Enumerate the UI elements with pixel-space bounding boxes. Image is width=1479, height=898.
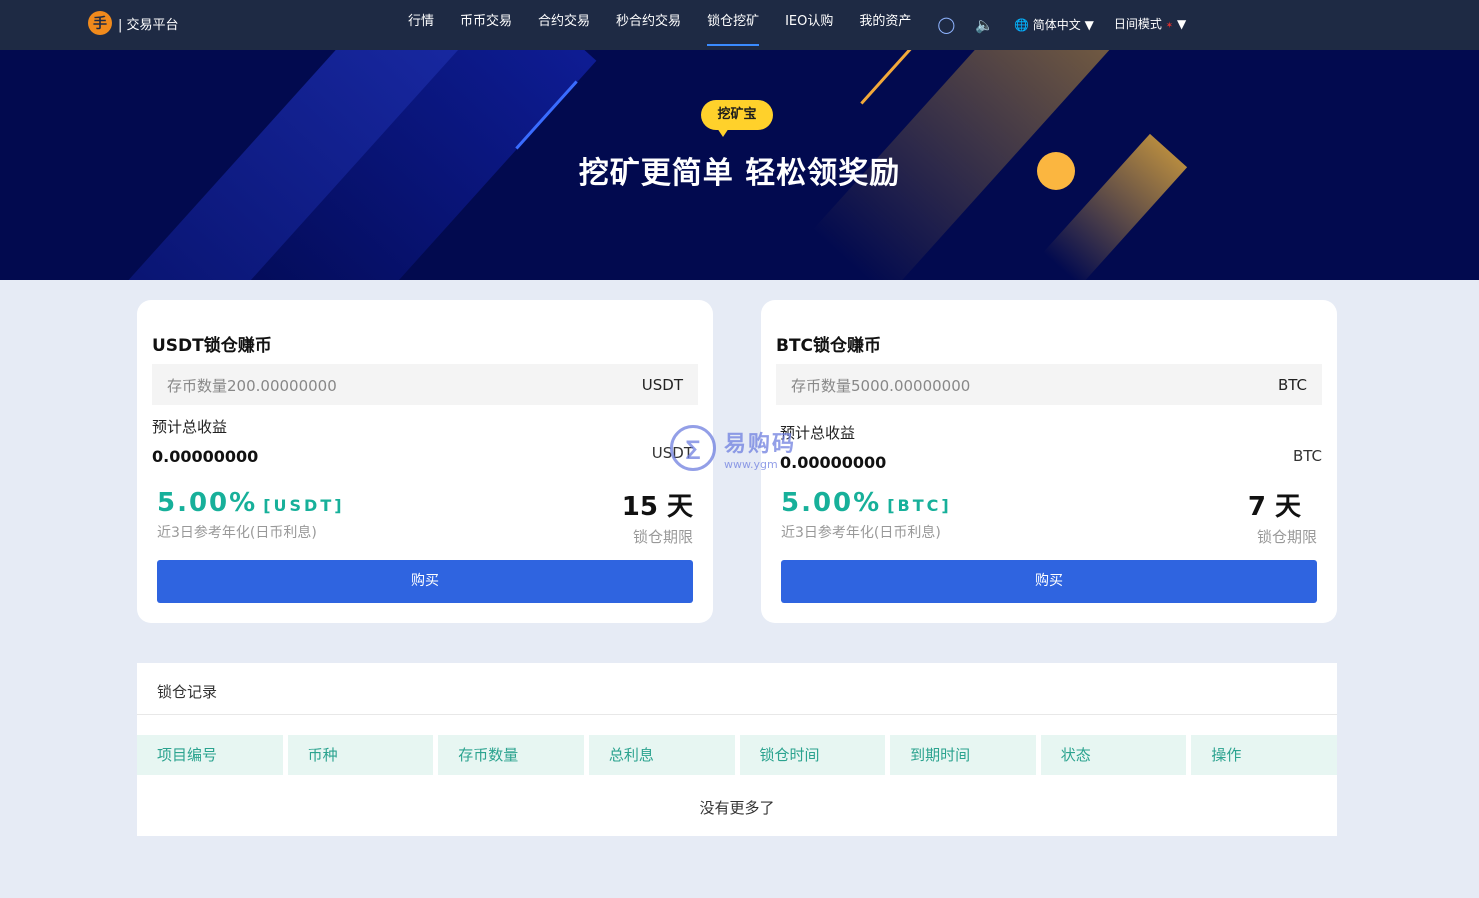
column-header-interest: 总利息 — [588, 735, 735, 775]
estimated-income-value: 0.00000000 — [152, 447, 259, 466]
annual-rate: 5.00% [USDT] — [157, 488, 345, 518]
divider — [137, 714, 1337, 715]
usdt-lock-card: USDT锁仓赚币 存币数量200.00000000 USDT 预计总收益 0.0… — [137, 300, 713, 623]
language-label: 简体中文 — [1032, 18, 1081, 32]
lock-days-label: 锁仓期限 — [632, 528, 693, 546]
banner-tag: 挖矿宝 — [701, 100, 773, 137]
lock-days: 7 天 — [1247, 492, 1301, 522]
lock-days: 15 天 — [621, 492, 693, 522]
empty-state-text: 没有更多了 — [699, 799, 775, 817]
column-header-action: 操作 — [1191, 735, 1337, 775]
rate-description: 近3日参考年化(日币利息) — [781, 525, 941, 541]
amount-input[interactable]: 存币数量5000.00000000 BTC — [776, 364, 1322, 405]
watermark-url: www.ygm — [724, 457, 778, 471]
buy-button[interactable]: 购买 — [157, 560, 693, 603]
logo[interactable]: 手 | 交易平台 — [88, 11, 179, 35]
theme-dropdown[interactable]: 日间模式 ✶ ▼ — [1114, 0, 1186, 51]
estimated-income-unit: BTC — [1292, 447, 1322, 465]
rate-value: 5.00% — [781, 488, 882, 518]
column-header-expire-time: 到期时间 — [890, 735, 1036, 775]
lock-records-panel: 锁仓记录 项目编号 币种 存币数量 总利息 锁仓时间 到期时间 状态 操作 没有… — [137, 663, 1337, 836]
amount-unit: USDT — [641, 376, 683, 394]
notification-dot-icon: ✶ — [1165, 21, 1174, 31]
card-title: USDT锁仓赚币 — [152, 336, 272, 356]
estimated-income-label: 预计总收益 — [152, 418, 228, 436]
column-header-coin: 币种 — [287, 735, 434, 775]
watermark-name: 易购码 — [724, 431, 797, 457]
amount-placeholder: 存币数量200.00000000 — [167, 377, 337, 395]
logo-icon: 手 — [88, 11, 112, 35]
chevron-down-icon: ▼ — [1177, 17, 1187, 31]
records-title: 锁仓记录 — [157, 683, 218, 701]
btc-lock-card: BTC锁仓赚币 存币数量5000.00000000 BTC 预计总收益 0.00… — [761, 300, 1337, 623]
banner-title: 挖矿更简单 轻松领奖励 — [578, 156, 901, 191]
user-icon[interactable]: ◯ — [937, 0, 955, 50]
annual-rate: 5.00% [BTC] — [781, 488, 952, 518]
lock-days-label: 锁仓期限 — [1256, 528, 1317, 546]
watermark-logo-icon: ∑ — [670, 425, 716, 471]
top-nav: 手 | 交易平台 行情 币币交易 合约交易 秒合约交易 锁仓挖矿 IEO认购 我… — [0, 0, 1479, 50]
chevron-down-icon: ▼ — [1084, 18, 1094, 32]
nav-item-spot[interactable]: 币币交易 — [460, 0, 512, 50]
nav-item-lock-mining[interactable]: 锁仓挖矿 — [707, 0, 760, 50]
rate-value: 5.00% — [157, 488, 258, 518]
rate-unit: [BTC] — [887, 496, 952, 515]
amount-input[interactable]: 存币数量200.00000000 USDT — [152, 364, 698, 405]
rate-description: 近3日参考年化(日币利息) — [157, 525, 317, 541]
nav-item-contract[interactable]: 合约交易 — [538, 0, 590, 50]
card-title: BTC锁仓赚币 — [776, 336, 882, 356]
language-dropdown[interactable]: 🌐 简体中文 ▼ — [1014, 0, 1094, 50]
nav-item-ieo[interactable]: IEO认购 — [785, 0, 833, 50]
watermark: ∑ 易购码 www.ygm — [670, 425, 796, 471]
nav-item-assets[interactable]: 我的资产 — [859, 0, 911, 50]
logo-text: | 交易平台 — [118, 17, 179, 33]
column-header-lock-time: 锁仓时间 — [739, 735, 886, 775]
watermark-text: 易购码 www.ygm — [724, 426, 796, 471]
nav-item-market[interactable]: 行情 — [408, 0, 434, 50]
main-menu: 行情 币币交易 合约交易 秒合约交易 锁仓挖矿 IEO认购 我的资产 ◯ 🔈 🌐… — [408, 0, 1206, 50]
hero-banner: 挖矿宝 挖矿更简单 轻松领奖励 — [0, 50, 1479, 280]
records-table-header: 项目编号 币种 存币数量 总利息 锁仓时间 到期时间 状态 操作 — [137, 735, 1337, 775]
column-header-status: 状态 — [1040, 735, 1187, 775]
column-header-amount: 存币数量 — [438, 735, 584, 775]
speaker-icon[interactable]: 🔈 — [975, 0, 994, 50]
column-header-id: 项目编号 — [137, 735, 283, 775]
banner-decoration — [860, 50, 923, 105]
amount-placeholder: 存币数量5000.00000000 — [791, 377, 971, 395]
rate-unit: [USDT] — [263, 496, 345, 515]
theme-label: 日间模式 — [1113, 17, 1162, 31]
buy-button[interactable]: 购买 — [781, 560, 1317, 603]
nav-item-second-contract[interactable]: 秒合约交易 — [616, 0, 681, 50]
amount-unit: BTC — [1277, 376, 1307, 394]
globe-icon: 🌐 — [1013, 18, 1029, 32]
